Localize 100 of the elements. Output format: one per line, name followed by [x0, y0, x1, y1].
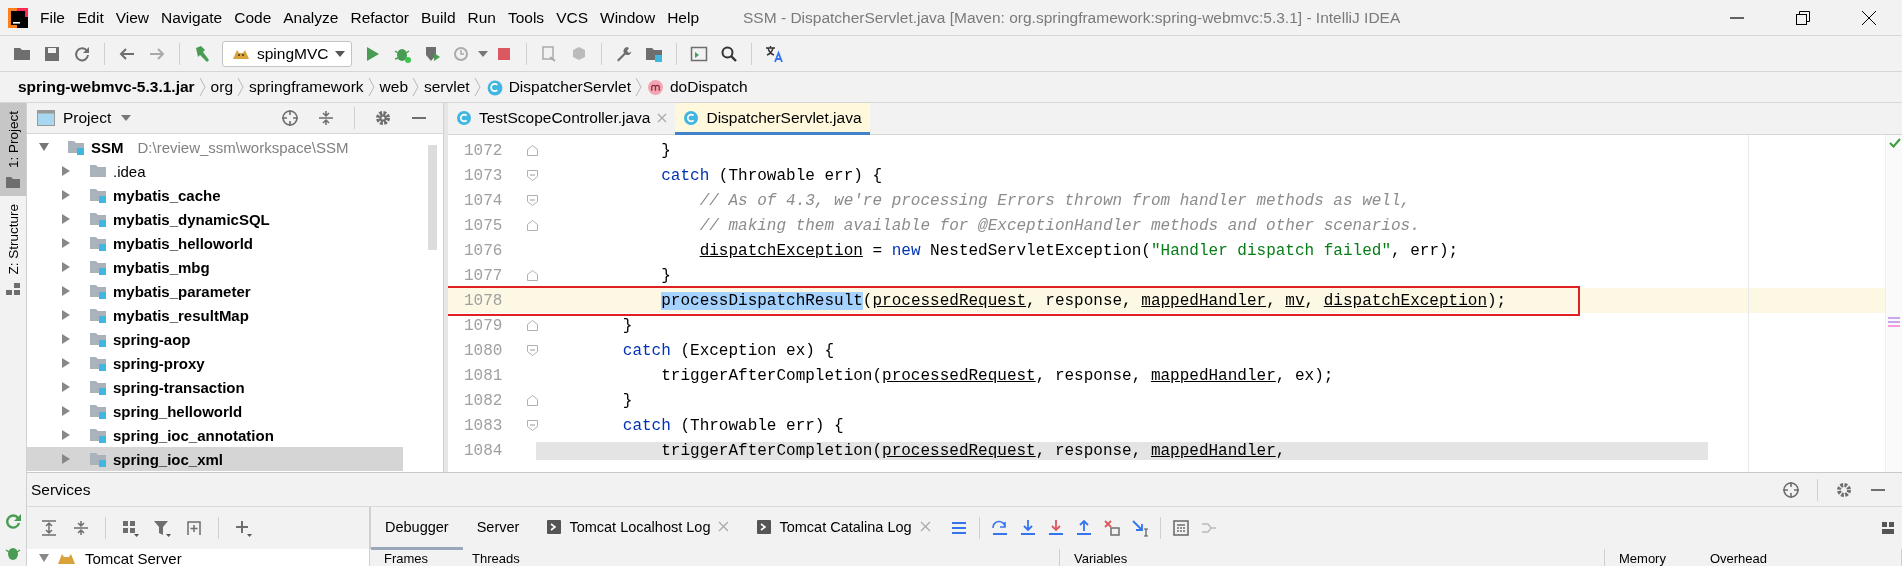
chevron-icon — [198, 77, 207, 97]
module-folder-icon — [89, 186, 107, 204]
menu-item[interactable]: Refactor — [344, 3, 416, 32]
breadcrumb-item[interactable]: doDispatch — [643, 74, 752, 100]
line-number: 1072 — [463, 141, 504, 160]
fold-end-icon[interactable] — [526, 270, 538, 281]
menu-item[interactable]: Window — [594, 3, 662, 32]
rerun-icon[interactable] — [4, 512, 22, 530]
expand-arrow-icon[interactable] — [61, 406, 71, 416]
line-number: 1080 — [463, 341, 504, 360]
expand-all-icon — [40, 519, 58, 537]
menu-item[interactable]: Run — [461, 3, 502, 32]
expand-arrow-icon[interactable] — [61, 286, 71, 296]
sync-icon — [73, 44, 91, 63]
expand-arrow-icon[interactable] — [61, 166, 71, 176]
menu-item[interactable]: Navigate — [155, 3, 229, 32]
close-icon — [1862, 10, 1876, 25]
scrollbar[interactable] — [428, 145, 437, 250]
tree-item[interactable]: mybatis_dynamicSQL — [113, 210, 270, 228]
fold-start-icon[interactable] — [526, 420, 538, 431]
fold-end-icon[interactable] — [526, 145, 538, 156]
tree-item[interactable]: mybatis_resultMap — [113, 306, 249, 324]
line-number: 1076 — [463, 241, 504, 260]
panel-tab[interactable]: Debugger — [371, 506, 463, 550]
breadcrumb-item[interactable]: org — [206, 74, 237, 100]
project-path: D:\review_ssm\workspace\SSM — [137, 138, 349, 156]
menu-item[interactable]: Help — [661, 3, 706, 32]
expand-arrow-icon[interactable] — [61, 382, 71, 392]
close-icon[interactable] — [919, 521, 931, 532]
pane-tab[interactable]: Memory — [1619, 550, 1666, 566]
tree-item[interactable]: mybatis_cache — [113, 186, 221, 204]
expand-arrow-icon[interactable] — [61, 454, 71, 464]
editor-tab[interactable]: DispatcherServlet.java — [675, 103, 870, 135]
tool-window-tab[interactable]: 1: Project — [0, 103, 26, 197]
chevron-icon — [412, 77, 420, 97]
expand-arrow-icon[interactable] — [61, 310, 71, 320]
terminal-icon — [690, 44, 708, 63]
tree-item[interactable]: .idea — [113, 162, 146, 180]
tree-item[interactable]: spring-transaction — [113, 378, 245, 396]
code-line: triggerAfterCompletion(processedRequest, response, mappedHandler, ex); — [660, 366, 1335, 385]
structure-icon — [6, 282, 20, 295]
menu-item[interactable]: Analyze — [277, 3, 345, 32]
breadcrumb-item[interactable]: web — [375, 74, 412, 100]
caret-icon — [334, 50, 345, 57]
panel-tab[interactable]: Tomcat Catalina Log — [743, 506, 945, 550]
force-step-into-icon — [1046, 519, 1065, 537]
module-folder-icon — [89, 210, 107, 228]
module-folder-icon — [89, 450, 107, 468]
fold-start-icon[interactable] — [526, 170, 538, 181]
expand-arrow-icon[interactable] — [61, 238, 71, 248]
menu-item[interactable]: File — [34, 3, 71, 32]
fold-start-icon[interactable] — [526, 195, 538, 206]
tree-item[interactable]: mybatis_parameter — [113, 282, 251, 300]
collapse-arrow-icon[interactable] — [39, 553, 49, 563]
tool-window-tab[interactable]: Z: Structure — [0, 196, 26, 303]
menu-item[interactable]: Build — [415, 3, 462, 32]
tree-item[interactable]: SSM — [91, 138, 124, 156]
pane-tab[interactable]: Overhead — [1709, 550, 1768, 566]
fold-end-icon[interactable] — [526, 320, 538, 331]
expand-arrow-icon[interactable] — [61, 262, 71, 272]
fold-start-icon[interactable] — [526, 345, 538, 356]
breadcrumb-item[interactable]: DispatcherServlet — [481, 74, 635, 100]
tree-item[interactable]: spring_helloworld — [113, 402, 243, 420]
breadcrumb-item[interactable]: spring-webmvc-5.3.1.jar — [14, 74, 199, 100]
menu-item[interactable]: Code — [228, 3, 278, 32]
tree-item[interactable]: mybatis_helloworld — [113, 234, 254, 252]
panel-title: Services — [31, 480, 92, 499]
tree-item[interactable]: mybatis_mbg — [113, 258, 210, 276]
expand-arrow-icon[interactable] — [61, 358, 71, 368]
collapse-arrow-icon[interactable] — [39, 142, 49, 152]
project-view-dropdown[interactable]: Project — [63, 109, 132, 127]
expand-arrow-icon[interactable] — [61, 190, 71, 200]
chevron-icon — [367, 77, 376, 97]
panel-tab[interactable]: Tomcat Localhost Log — [533, 506, 744, 550]
module-folder-icon — [89, 258, 107, 276]
breadcrumb-item[interactable]: servlet — [420, 74, 474, 100]
tree-item[interactable]: spring-proxy — [113, 354, 205, 372]
settings-icon — [1835, 480, 1853, 499]
menu-item[interactable]: VCS — [550, 3, 594, 32]
panel-tab[interactable]: Server — [462, 506, 534, 550]
expand-arrow-icon[interactable] — [61, 334, 71, 344]
expand-arrow-icon[interactable] — [61, 430, 71, 440]
breadcrumb-item[interactable]: springframework — [245, 74, 368, 100]
wrench-icon — [615, 44, 633, 63]
pane-tab[interactable]: Frames — [384, 550, 429, 566]
pane-tab[interactable]: Variables — [1074, 550, 1128, 566]
tree-item[interactable]: spring-aop — [113, 330, 191, 348]
minimize-icon — [1730, 16, 1744, 19]
menu-item[interactable]: View — [109, 3, 156, 32]
run-config-dropdown[interactable]: spingMVC — [222, 40, 352, 67]
menu-item[interactable]: Tools — [501, 3, 551, 32]
expand-arrow-icon[interactable] — [61, 214, 71, 224]
menu-item[interactable]: Edit — [71, 3, 110, 32]
close-icon[interactable] — [718, 521, 730, 532]
editor-tab[interactable]: TestScopeController.java — [448, 103, 676, 135]
fold-end-icon[interactable] — [526, 220, 538, 231]
pane-tab[interactable]: Threads — [472, 550, 520, 566]
tree-item[interactable]: spring_ioc_annotation — [113, 426, 274, 444]
close-icon[interactable] — [657, 112, 668, 123]
fold-end-icon[interactable] — [526, 395, 538, 406]
